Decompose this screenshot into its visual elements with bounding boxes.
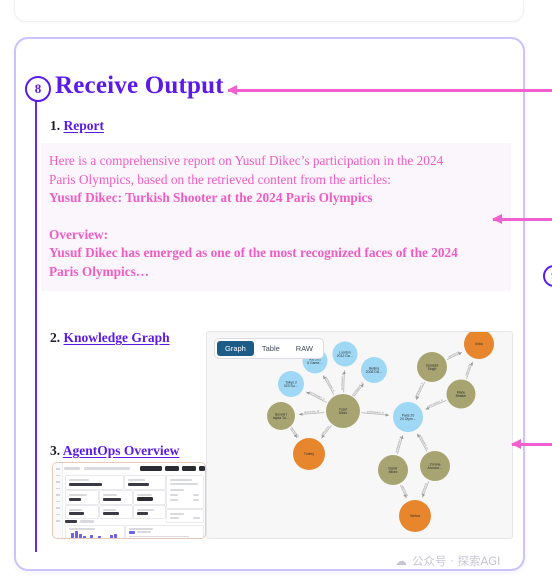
kg-edge-label: represents	[420, 482, 429, 496]
section-heading-knowledge-graph: 2. Knowledge Graph	[50, 330, 170, 346]
agentops-topbar	[64, 466, 205, 472]
agentops-env-card	[166, 475, 204, 509]
kg-node-label: Serbia	[410, 514, 420, 518]
kg-node-label: Paris 20 24 Olym…	[400, 413, 416, 421]
kg-node[interactable]: India	[464, 332, 494, 359]
watermark-text: 公众号 · 探索AGI	[412, 554, 501, 568]
kg-edge-label: participated_in	[309, 390, 326, 402]
section-number-kg: 2.	[50, 330, 61, 345]
kg-node[interactable]: Paris 20 24 Olym…	[393, 402, 423, 432]
page-title: Receive Output	[55, 72, 224, 99]
agentops-metric-card	[133, 490, 166, 505]
kg-edge-label: participated_in	[324, 376, 336, 393]
agentops-metric-card	[166, 509, 204, 523]
section-link-ops[interactable]: AgentOps Overview	[63, 443, 180, 458]
section-number-ops: 3.	[50, 443, 61, 458]
section-heading-report: 1. Report	[50, 118, 104, 134]
agentops-metric-card	[124, 475, 166, 490]
report-line-4: Overview:	[49, 226, 109, 242]
kg-node[interactable]: Serbia	[399, 500, 431, 532]
kg-edge-label: represents	[320, 424, 331, 437]
kg-node[interactable]: Sarabjot Singh	[417, 352, 447, 382]
kg-node[interactable]: Tokyo 2 020 Su…	[278, 371, 304, 397]
kg-node[interactable]: Damir Mikec	[378, 455, 408, 485]
agentops-dashboard-thumbnail[interactable]	[52, 462, 206, 539]
kg-edge-label: represents	[464, 363, 472, 377]
kg-node-label: Zorana Arunovi…	[428, 462, 443, 470]
annotation-arrow-graph	[511, 439, 552, 448]
report-line-1: Here is a comprehensive report on Yusuf …	[49, 153, 444, 168]
knowledge-graph-nodes[interactable]: Yusuf DikecTokyo 2 020 Su…Rio 201 6 Game…Lo…	[267, 332, 494, 532]
section-heading-agentops: 3. AgentOps Overview	[50, 443, 179, 459]
agentops-metric-card	[65, 505, 99, 519]
agentops-chart-card	[65, 525, 125, 538]
kg-edge-label: participated_in	[413, 381, 424, 398]
agentops-sidebar	[53, 463, 63, 538]
watermark: ☁ 公众号 · 探索AGI	[395, 553, 500, 569]
kg-tab-table[interactable]: Table	[254, 341, 288, 356]
kg-node[interactable]: Zorana Arunovi…	[420, 451, 450, 481]
report-line-5: Yusuf Dikec has emerged as one of the mo…	[49, 245, 458, 261]
report-spacer	[41, 208, 511, 226]
section-link-kg[interactable]: Knowledge Graph	[64, 330, 170, 345]
kg-node[interactable]: Manu Bhaker	[446, 379, 476, 409]
kg-node-label: Turkey	[304, 452, 315, 456]
agentops-log-card	[125, 525, 204, 538]
kg-node-label: India	[475, 342, 482, 346]
knowledge-graph-panel: participated_in participated_in participat…	[206, 331, 513, 539]
report-text-block: Here is a comprehensive report on Yusuf …	[41, 143, 511, 291]
agentops-metric-card	[133, 505, 166, 519]
kg-edge-label: participated_in	[367, 409, 385, 415]
knowledge-graph-svg[interactable]: participated_inparticipated_in participat…	[207, 332, 512, 538]
annotation-arrow-title	[227, 85, 552, 94]
kg-node[interactable]: Turkey	[293, 438, 325, 470]
kg-edge-label: participated_in	[394, 435, 403, 453]
agentops-metric-card	[99, 505, 133, 519]
kg-node[interactable]: Şevval İlayda Ta…	[267, 402, 295, 430]
kg-tab-graph[interactable]: Graph	[217, 341, 254, 356]
kg-edge-label: participated_in	[427, 398, 445, 409]
kg-edge-label: represents	[290, 426, 301, 439]
step-connector-line	[35, 97, 37, 552]
section-link-report[interactable]: Report	[64, 118, 105, 133]
knowledge-graph-tabs[interactable]: Graph Table RAW	[214, 338, 325, 359]
wechat-icon: ☁	[395, 554, 407, 568]
agentops-metric-card	[65, 490, 99, 505]
next-step-badge: 9	[543, 265, 552, 287]
kg-node-label: Şevval İlayda Ta…	[273, 411, 289, 420]
report-line-2: Paris Olympics, based on the retrieved c…	[49, 171, 391, 187]
section-number-report: 1.	[50, 118, 61, 133]
annotation-arrow-report	[492, 214, 552, 223]
kg-edge-label: participated_in	[340, 372, 345, 390]
kg-node[interactable]: Beijing 2008 Ga…	[361, 357, 387, 383]
kg-node[interactable]: London 2012 Ga…	[332, 341, 358, 367]
report-line-6: Paris Olympics…	[49, 263, 150, 279]
agentops-metric-card	[65, 475, 124, 490]
kg-node-label: Tokyo 2 020 Su…	[284, 380, 298, 388]
agentops-metric-card	[99, 490, 133, 505]
kg-node[interactable]: Yusuf Dikec	[326, 394, 360, 428]
kg-node-label: Damir Mikec	[388, 466, 398, 474]
kg-edge-label: participated_in	[418, 433, 430, 450]
kg-edge-label: participated_in	[351, 380, 365, 396]
step-number-badge: 8	[25, 76, 51, 102]
kg-node-label: Yusuf Dikec	[339, 407, 348, 415]
previous-step-card	[14, 0, 524, 22]
kg-tab-raw[interactable]: RAW	[288, 341, 321, 356]
report-line-3: Yusuf Dikec: Turkish Shooter at the 2024…	[49, 190, 373, 206]
